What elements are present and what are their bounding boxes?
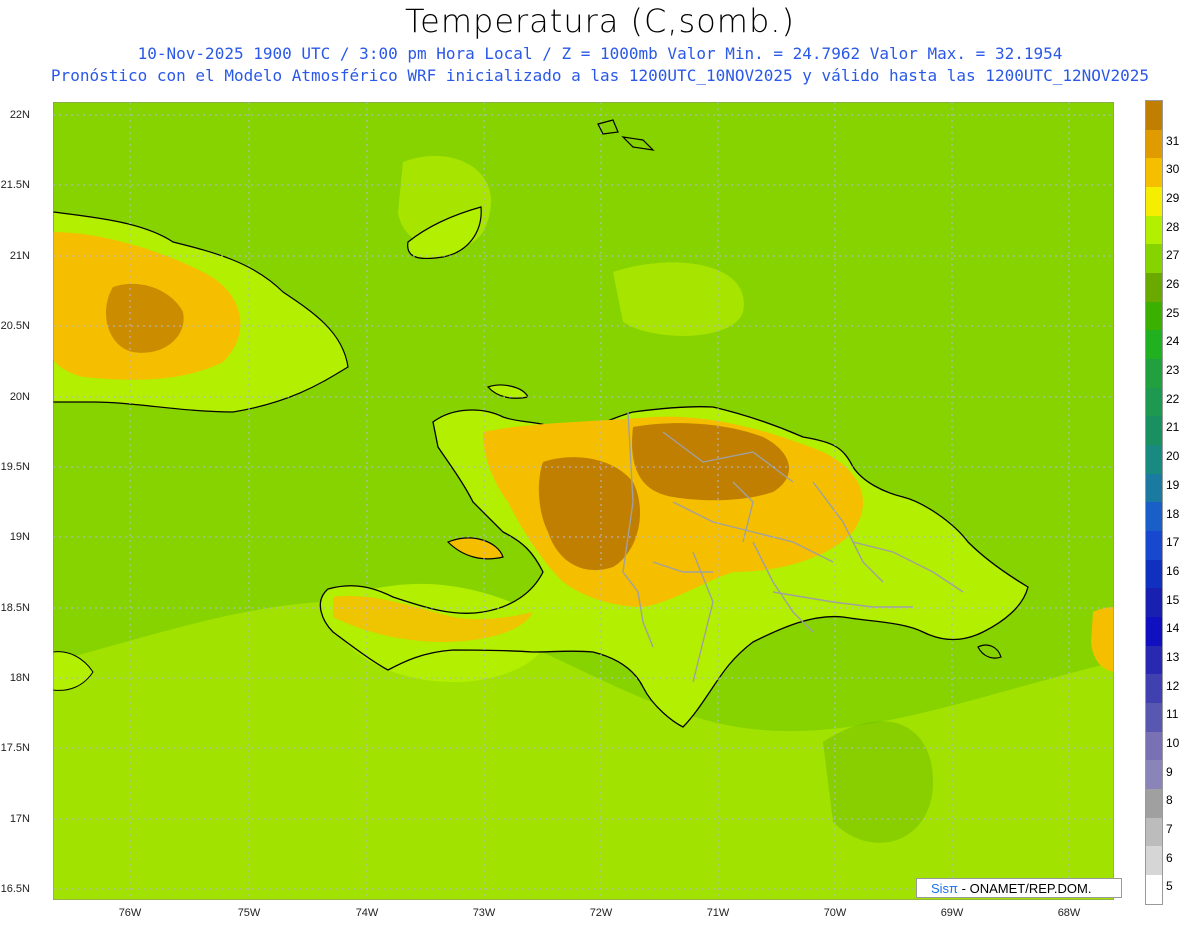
colorbar-label: 16 <box>1166 563 1180 578</box>
colorbar-label: 29 <box>1166 191 1180 206</box>
lat-label: 21N <box>9 250 30 262</box>
colorbar-label: 20 <box>1166 449 1180 464</box>
organization-name: - ONAMET/REP.DOM. <box>961 881 1092 896</box>
lon-label: 69W <box>940 907 964 919</box>
colorbar-label: 30 <box>1166 162 1180 177</box>
lat-label: 18N <box>9 672 30 684</box>
colorbar-swatch <box>1146 703 1162 732</box>
lon-label: 70W <box>823 907 847 919</box>
map-title: Temperatura (C,somb.) <box>405 2 795 40</box>
colorbar-swatch <box>1146 445 1162 474</box>
colorbar-label: 9 <box>1166 764 1173 779</box>
colorbar-label: 6 <box>1166 850 1173 865</box>
brand-name: Sisπ <box>931 881 959 896</box>
lon-label: 74W <box>355 907 379 919</box>
lon-label: 75W <box>237 907 261 919</box>
lat-label: 17N <box>9 813 30 825</box>
colorbar <box>1145 100 1163 905</box>
colorbar-label: 18 <box>1166 506 1180 521</box>
colorbar-swatch <box>1146 789 1162 818</box>
lon-label: 76W <box>118 907 142 919</box>
colorbar-label: 7 <box>1166 821 1173 836</box>
colorbar-label: 10 <box>1166 735 1180 750</box>
colorbar-swatch <box>1146 416 1162 446</box>
colorbar-label: 22 <box>1166 391 1180 406</box>
colorbar-swatch <box>1146 559 1162 589</box>
colorbar-swatch <box>1146 645 1162 675</box>
lat-label: 22N <box>9 109 30 121</box>
colorbar-label: 25 <box>1166 305 1180 320</box>
marine-zone-southeast <box>823 721 933 843</box>
colorbar-swatch <box>1146 301 1162 331</box>
colorbar-label: 27 <box>1166 248 1180 263</box>
colorbar-swatch <box>1146 817 1162 847</box>
colorbar-swatch <box>1146 846 1162 876</box>
lat-label: 20.5N <box>0 320 30 332</box>
colorbar-swatch <box>1146 244 1162 274</box>
colorbar-swatch <box>1146 215 1162 245</box>
colorbar-swatch <box>1146 731 1162 761</box>
colorbar-label: 28 <box>1166 219 1180 234</box>
colorbar-label: 8 <box>1166 793 1173 808</box>
colorbar-swatch <box>1146 674 1162 704</box>
colorbar-label: 13 <box>1166 649 1180 664</box>
colorbar-label: 5 <box>1166 879 1173 894</box>
colorbar-label: 14 <box>1166 621 1180 636</box>
lon-label: 71W <box>706 907 730 919</box>
lat-label: 21.5N <box>0 179 30 191</box>
colorbar-swatch <box>1146 101 1162 130</box>
valid-time-line: 10-Nov-2025 1900 UTC / 3:00 pm Hora Loca… <box>137 44 1063 63</box>
colorbar-label: 31 <box>1166 133 1180 148</box>
colorbar-label: 24 <box>1166 334 1180 349</box>
colorbar-swatch <box>1146 187 1162 216</box>
colorbar-swatch <box>1146 531 1162 560</box>
colorbar-swatch <box>1146 129 1162 159</box>
colorbar-swatch <box>1146 617 1162 646</box>
lat-label: 20N <box>9 391 30 403</box>
colorbar-label: 19 <box>1166 477 1180 492</box>
credit-box: Sisπ - ONAMET/REP.DOM. <box>916 878 1122 898</box>
colorbar-swatch <box>1146 330 1162 360</box>
colorbar-swatch <box>1146 502 1162 532</box>
lon-label: 72W <box>589 907 613 919</box>
colorbar-swatch <box>1146 588 1162 618</box>
colorbar-label: 21 <box>1166 420 1180 435</box>
lat-label: 17.5N <box>0 742 30 754</box>
marine-zone-northeast <box>613 262 744 336</box>
colorbar-swatch <box>1146 158 1162 188</box>
lat-label: 19N <box>9 531 30 543</box>
colorbar-label: 12 <box>1166 678 1180 693</box>
colorbar-swatch <box>1146 273 1162 302</box>
colorbar-swatch <box>1146 387 1162 417</box>
lat-label: 18.5N <box>0 602 30 614</box>
lon-label: 73W <box>472 907 496 919</box>
colorbar-swatch <box>1146 760 1162 790</box>
colorbar-swatch <box>1146 473 1162 503</box>
colorbar-label: 15 <box>1166 592 1180 607</box>
temperature-map <box>53 102 1114 900</box>
lon-label: 68W <box>1057 907 1081 919</box>
lat-label: 19.5N <box>0 461 30 473</box>
colorbar-label: 23 <box>1166 363 1180 378</box>
colorbar-label: 26 <box>1166 277 1180 292</box>
colorbar-swatch <box>1146 359 1162 388</box>
lat-label: 16.5N <box>0 883 30 895</box>
colorbar-label: 11 <box>1166 707 1179 722</box>
model-info-line: Pronóstico con el Modelo Atmosférico WRF… <box>50 66 1150 85</box>
colorbar-label: 17 <box>1166 535 1180 550</box>
colorbar-swatch <box>1146 875 1162 904</box>
